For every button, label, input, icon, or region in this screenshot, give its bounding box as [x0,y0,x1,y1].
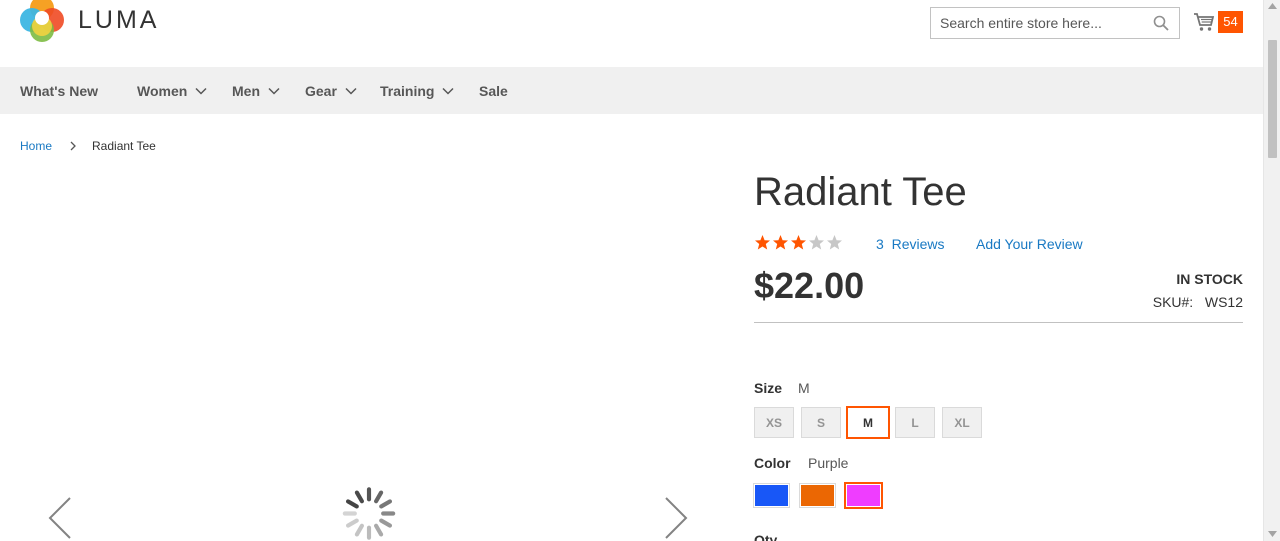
nav-item-men[interactable]: Men [232,67,280,114]
nav-item-women[interactable]: Women [137,67,207,114]
main-navigation: What's New Women Men Gear Training Sale [0,67,1263,114]
size-label: Size [754,380,783,396]
breadcrumb-current: Radiant Tee [92,139,156,153]
star-empty-icon [809,235,824,250]
product-price: $22.00 [754,265,865,306]
cart-count-badge: 54 [1218,11,1243,33]
nav-item-label: What's New [20,82,99,99]
scroll-down-arrow-icon[interactable] [1268,531,1277,537]
search-box [930,7,1180,39]
gallery-prev-arrow-icon[interactable] [44,496,74,541]
nav-item-label: Training [380,82,435,99]
luma-logo-icon [20,0,64,42]
star-filled-icon [755,235,770,250]
color-selected-value: Purple [808,455,849,471]
search-icon[interactable] [1153,15,1169,31]
reviews-count: 3 [876,236,884,252]
nav-item-whats-new[interactable]: What's New [20,67,98,114]
chevron-right-icon [70,141,76,151]
nav-item-gear[interactable]: Gear [305,67,357,114]
size-selected-value: M [798,380,810,396]
loading-spinner-icon [342,487,396,540]
reviews-label: Reviews [891,236,945,252]
scrollbar-thumb[interactable] [1268,40,1277,158]
chevron-down-icon [268,87,280,95]
chevron-down-icon [442,87,454,95]
scroll-up-arrow-icon[interactable] [1268,3,1277,9]
luma-logo[interactable]: LUMA [20,0,170,44]
size-option-xs[interactable]: XS [754,407,794,438]
search-input[interactable] [931,8,1141,38]
sku-label: SKU#: [1152,294,1194,310]
product-title: Radiant Tee [754,170,967,214]
reviews-link[interactable]: 3 Reviews [876,236,944,252]
chevron-down-icon [345,87,357,95]
star-empty-icon [827,235,842,250]
rating-stars [754,234,844,251]
gallery-next-arrow-icon[interactable] [662,496,692,541]
nav-item-label: Men [232,82,260,99]
nav-item-sale[interactable]: Sale [479,67,508,114]
site-header: LUMA 54 [0,0,1263,67]
nav-item-label: Women [137,82,188,99]
star-filled-icon [773,235,788,250]
minicart[interactable]: 54 [1193,9,1245,35]
color-swatch-orange[interactable] [799,483,836,508]
qty-label: Qty [754,532,778,541]
size-option-xl[interactable]: XL [942,407,982,438]
product-sku: SKU#: WS12 [1153,294,1243,310]
color-swatch-blue[interactable] [753,483,790,508]
size-option-l[interactable]: L [895,407,935,438]
logo-text: LUMA [78,5,160,34]
product-rating [754,234,844,251]
nav-item-label: Sale [479,82,508,99]
chevron-down-icon [195,87,207,95]
stock-status: IN STOCK [1176,271,1243,287]
breadcrumb: Home Radiant Tee [20,139,156,153]
nav-item-training[interactable]: Training [380,67,454,114]
size-option-m[interactable]: M [846,406,890,439]
nav-item-label: Gear [305,82,337,99]
cart-icon [1194,13,1215,31]
sku-value: WS12 [1204,294,1243,310]
star-filled-icon [791,235,806,250]
size-option-s[interactable]: S [801,407,841,438]
add-review-link[interactable]: Add Your Review [976,236,1083,252]
color-swatch-purple[interactable] [844,482,883,509]
breadcrumb-home-link[interactable]: Home [20,139,52,153]
color-label: Color [754,455,791,471]
divider [754,322,1243,323]
page-scrollbar[interactable] [1263,0,1280,541]
